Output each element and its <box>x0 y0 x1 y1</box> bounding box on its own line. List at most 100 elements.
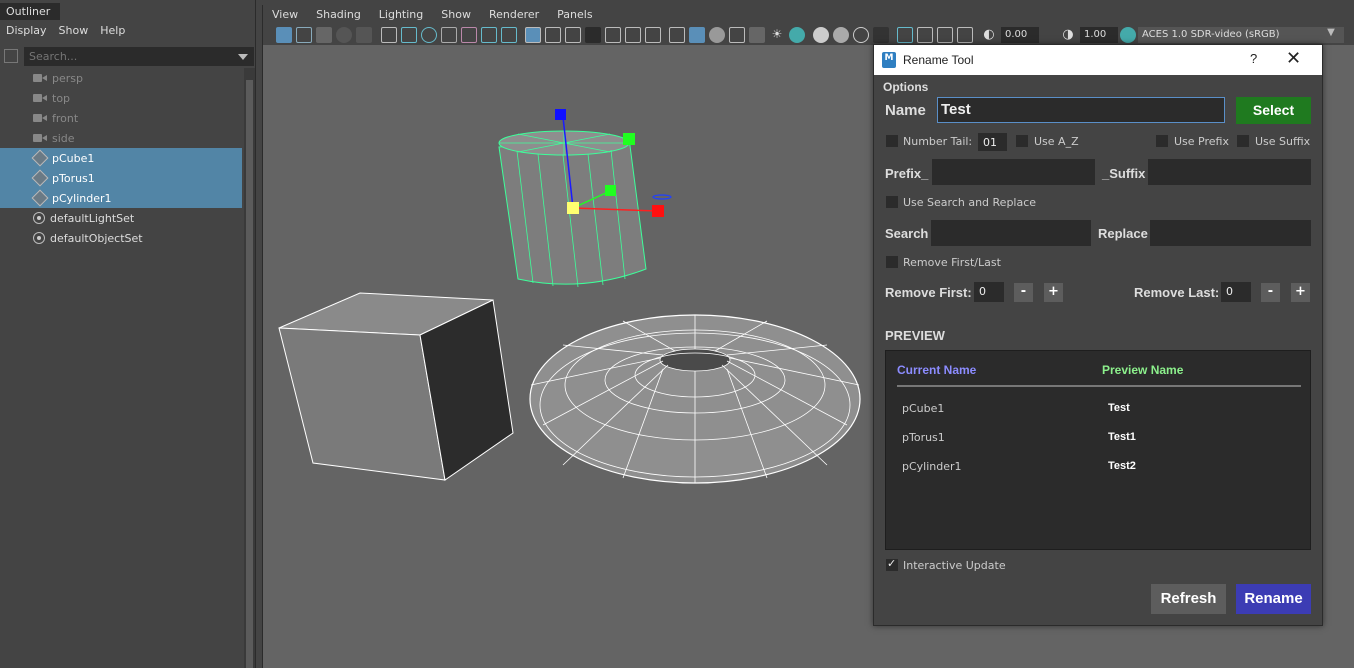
list-item[interactable]: pCylinder1 <box>0 188 242 208</box>
use-az-checkbox[interactable] <box>1016 135 1028 147</box>
exposure-field[interactable]: 0.00 <box>1001 27 1039 43</box>
menu-view[interactable]: View <box>263 5 307 25</box>
image-plane-icon[interactable] <box>421 27 437 43</box>
scrollbar-thumb[interactable] <box>246 80 253 668</box>
anti-alias-icon[interactable] <box>853 27 869 43</box>
cube-shaded-icon[interactable] <box>689 27 705 43</box>
interactive-update-checkbox[interactable] <box>886 557 898 571</box>
color-management-icon[interactable] <box>1120 27 1136 43</box>
list-item[interactable]: pTorus1 <box>0 168 242 188</box>
table-row-current: pCube1 <box>902 402 945 415</box>
depth-of-field-icon[interactable] <box>873 27 889 43</box>
safe-title-icon[interactable] <box>565 27 581 43</box>
outliner-scrollbar[interactable] <box>244 68 255 668</box>
motion-blur-icon[interactable] <box>833 27 849 43</box>
cube-mesh[interactable] <box>278 292 514 481</box>
use-suffix-checkbox[interactable] <box>1237 135 1249 147</box>
remove-last-input[interactable]: 0 <box>1221 282 1251 302</box>
chevron-down-icon[interactable]: ▼ <box>1323 27 1339 43</box>
texture-cube-icon[interactable] <box>749 27 765 43</box>
colorspace-dropdown[interactable]: ACES 1.0 SDR-video (sRGB) <box>1138 27 1344 43</box>
number-tail-input[interactable]: 01 <box>978 133 1007 151</box>
maya-app-icon: M <box>882 52 896 68</box>
viewport-toolbar: ☀ ◐ 0.00 ◑ 1.00 ACES 1.0 SDR-video (sRGB… <box>263 25 1354 45</box>
half-sphere-icon[interactable] <box>709 27 725 43</box>
xray-components-icon[interactable] <box>957 27 973 43</box>
exposure-icon[interactable]: ◐ <box>981 27 997 43</box>
list-item[interactable]: defaultLightSet <box>0 208 242 228</box>
table-row-preview: Test <box>1108 402 1130 414</box>
ambient-occlusion-icon[interactable] <box>813 27 829 43</box>
filter-icon[interactable] <box>4 49 18 63</box>
shadow-icon[interactable] <box>789 27 805 43</box>
grid-toggle-icon[interactable] <box>316 27 332 43</box>
torus-mesh[interactable] <box>529 314 861 484</box>
xray-icon[interactable] <box>917 27 933 43</box>
gamma-icon[interactable]: ◑ <box>1060 27 1076 43</box>
xray-joints-icon[interactable] <box>937 27 953 43</box>
number-tail-checkbox[interactable] <box>886 135 898 147</box>
remove-first-plus-button[interactable]: + <box>1044 283 1063 302</box>
gamma-field[interactable]: 1.00 <box>1080 27 1118 43</box>
resolution-gate-icon[interactable] <box>461 27 477 43</box>
menu-panels[interactable]: Panels <box>548 5 601 25</box>
suffix-input[interactable] <box>1148 159 1311 185</box>
select-button[interactable]: Select <box>1236 97 1311 124</box>
remove-last-plus-button[interactable]: + <box>1291 283 1310 302</box>
field-chart-icon[interactable] <box>501 27 517 43</box>
cube-wire-icon[interactable] <box>669 27 685 43</box>
cube-grid-icon[interactable] <box>729 27 745 43</box>
menu-renderer[interactable]: Renderer <box>480 5 548 25</box>
chevron-down-icon[interactable] <box>238 54 248 60</box>
search-field[interactable] <box>931 220 1091 246</box>
list-item[interactable]: front <box>0 108 242 128</box>
hud-icon[interactable] <box>625 27 641 43</box>
rename-button[interactable]: Rename <box>1236 584 1311 614</box>
name-input[interactable]: Test <box>937 97 1225 123</box>
menu-lighting[interactable]: Lighting <box>370 5 432 25</box>
frame-icon[interactable] <box>296 27 312 43</box>
select-camera-icon[interactable] <box>276 27 292 43</box>
table-row-preview: Test2 <box>1108 460 1136 472</box>
preview-table: Current Name Preview Name pCube1 Test pT… <box>885 350 1311 550</box>
prefix-input[interactable] <box>932 159 1095 185</box>
menu-show[interactable]: Show <box>53 21 95 41</box>
table-row-preview: Test1 <box>1108 431 1136 443</box>
refresh-button[interactable]: Refresh <box>1151 584 1226 614</box>
safe-action-icon[interactable] <box>545 27 561 43</box>
list-item[interactable]: side <box>0 128 242 148</box>
texture-icon[interactable] <box>356 27 372 43</box>
film-gate-icon[interactable] <box>441 27 457 43</box>
menu-display[interactable]: Display <box>0 21 53 41</box>
grid-icon[interactable] <box>525 27 541 43</box>
shading-icon[interactable] <box>336 27 352 43</box>
use-prefix-checkbox[interactable] <box>1156 135 1168 147</box>
remove-first-last-checkbox[interactable] <box>886 256 898 268</box>
menu-shading[interactable]: Shading <box>307 5 370 25</box>
remove-first-minus-button[interactable]: - <box>1014 283 1033 302</box>
list-item[interactable]: top <box>0 88 242 108</box>
replace-field[interactable] <box>1150 220 1311 246</box>
close-button[interactable]: ✕ <box>1286 48 1301 69</box>
search-input[interactable] <box>24 47 254 66</box>
remove-first-input[interactable]: 0 <box>974 282 1004 302</box>
dialog-titlebar[interactable]: M Rename Tool ? ✕ <box>874 45 1322 75</box>
isolate-select-icon[interactable] <box>897 27 913 43</box>
menu-show[interactable]: Show <box>432 5 480 25</box>
bookmark-icon[interactable] <box>401 27 417 43</box>
text-overlay-icon[interactable] <box>645 27 661 43</box>
smooth-shade-icon[interactable] <box>605 27 621 43</box>
list-item[interactable]: persp <box>0 68 242 88</box>
camera-attr-icon[interactable] <box>381 27 397 43</box>
help-button[interactable]: ? <box>1250 51 1257 66</box>
remove-last-minus-button[interactable]: - <box>1261 283 1280 302</box>
use-prefix-label: Use Prefix <box>1174 135 1229 148</box>
gate-mask-icon[interactable] <box>481 27 497 43</box>
light-icon[interactable]: ☀ <box>769 27 785 43</box>
wireframe-icon[interactable] <box>585 27 601 43</box>
use-search-replace-checkbox[interactable] <box>886 196 898 208</box>
list-item[interactable]: pCube1 <box>0 148 242 168</box>
list-item[interactable]: defaultObjectSet <box>0 228 242 248</box>
menu-help[interactable]: Help <box>94 21 131 41</box>
outliner-tab[interactable]: Outliner <box>0 3 60 20</box>
